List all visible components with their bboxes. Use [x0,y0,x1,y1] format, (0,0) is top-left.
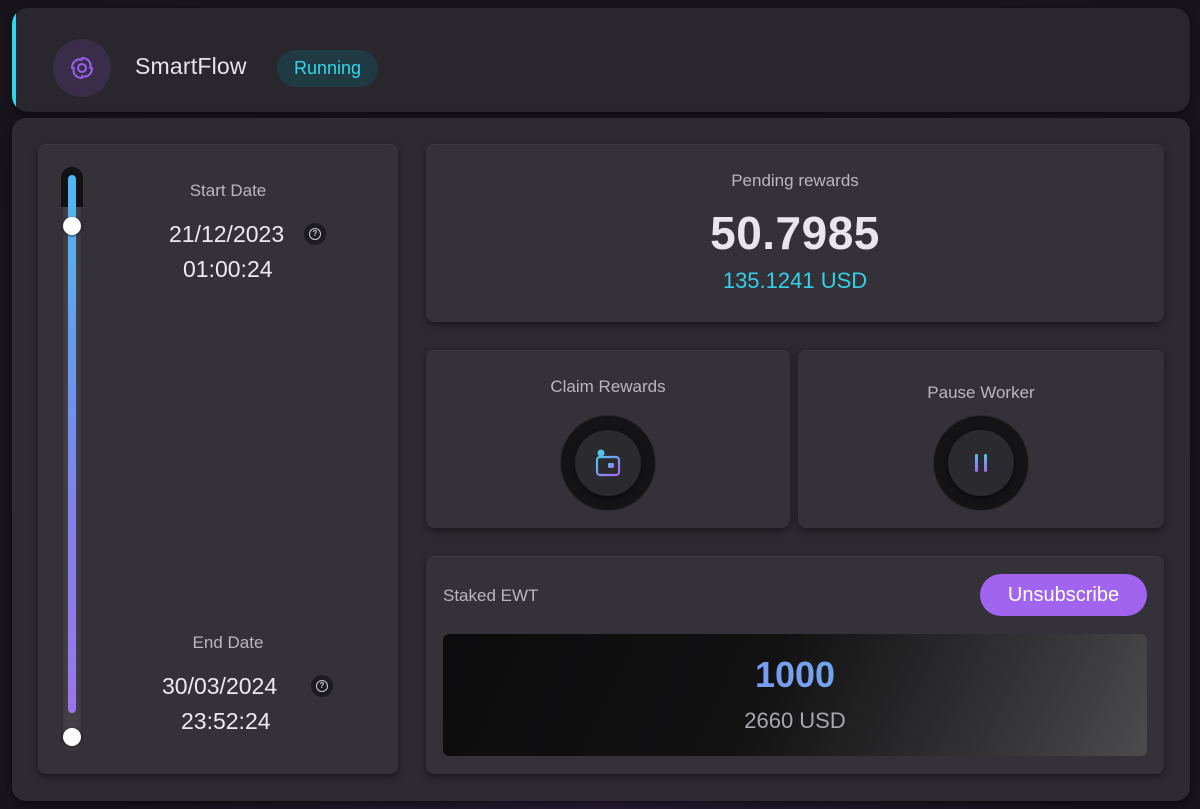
staked-usd: 2660 USD [744,708,846,733]
claim-rewards-card: Claim Rewards [426,350,790,528]
pause-worker-label: Pause Worker [927,383,1035,402]
end-date-value: 30/03/2024 [162,673,278,699]
swirl-logo-icon [53,39,111,97]
app-title: SmartFlow [135,53,247,79]
pause-worker-card: Pause Worker [798,350,1164,528]
header-accent-bar [12,8,16,112]
wallet-icon [595,449,621,477]
staked-amount-box: 1000 2660 USD [443,634,1147,756]
question-circle-icon[interactable]: ? [311,675,333,697]
start-date-label: Start Date [189,181,267,200]
timeline-track [61,167,83,751]
claim-rewards-button[interactable] [561,416,655,510]
staked-amount: 1000 [443,654,1147,696]
staked-ewt-label: Staked EWT [443,586,539,605]
pending-rewards-usd: 135.1241 USD [722,268,868,293]
unsubscribe-button[interactable]: Unsubscribe [980,574,1147,616]
pause-icon [975,454,987,472]
status-badge: Running [277,50,378,87]
timeline-card: Start Date 21/12/2023 ? 01:00:24 End Dat… [38,144,398,774]
start-time-value: 01:00:24 [183,256,273,282]
timeline-progress-fill [68,175,76,713]
pause-worker-button[interactable] [934,416,1028,510]
end-time-value: 23:52:24 [181,708,271,734]
pending-rewards-card: Pending rewards 50.7985 135.1241 USD [426,144,1164,322]
start-date-value: 21/12/2023 [169,221,285,247]
end-date-label: End Date [192,633,264,652]
staked-ewt-card: Staked EWT Unsubscribe 1000 2660 USD [426,556,1164,774]
end-handle[interactable] [63,728,81,746]
question-circle-icon[interactable]: ? [304,223,326,245]
pending-rewards-title: Pending rewards [731,171,859,190]
start-handle[interactable] [63,217,81,235]
claim-rewards-label: Claim Rewards [550,377,666,396]
pending-rewards-amount: 50.7985 [710,207,880,259]
app-header: SmartFlow Running [12,8,1190,112]
main-panel: Start Date 21/12/2023 ? 01:00:24 End Dat… [12,118,1190,801]
